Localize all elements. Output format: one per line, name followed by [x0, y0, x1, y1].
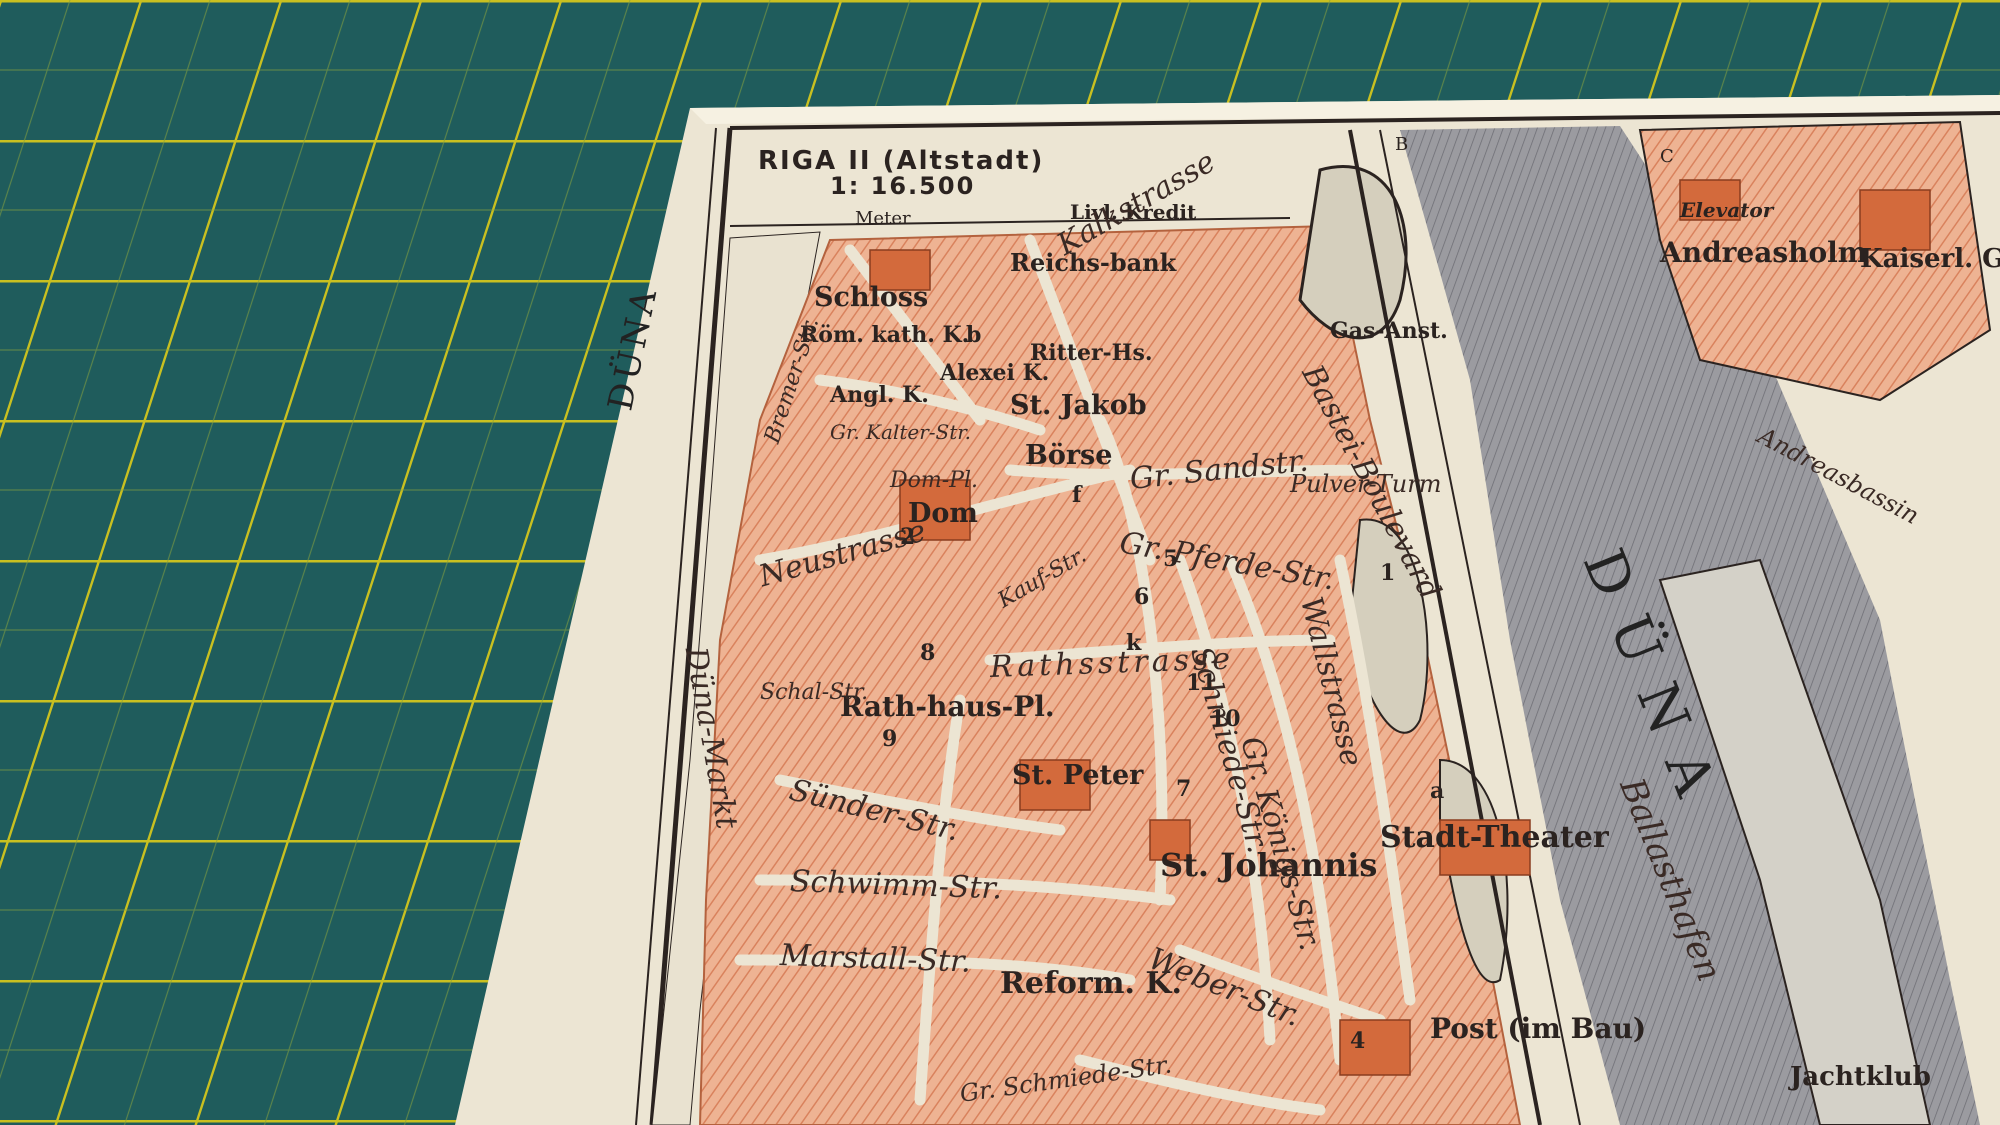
marker-9: 9 — [882, 726, 898, 752]
place-post: Post (im Bau) — [1430, 1012, 1647, 1045]
marker-7: 7 — [1176, 776, 1192, 802]
marker-f: f — [1072, 482, 1082, 508]
place-roem-kath: Röm. kath. K. — [800, 322, 970, 348]
marker-2: 2 — [900, 524, 916, 550]
place-elevator: Elevator — [1680, 198, 1774, 222]
marker-8: 8 — [920, 640, 936, 666]
marker-1: 1 — [1380, 560, 1396, 586]
place-boerse: Börse — [1025, 440, 1113, 471]
street-marstall-str: Marstall-Str. — [779, 938, 972, 980]
marker-4: 4 — [1350, 1028, 1366, 1054]
place-schloss: Schloss — [814, 282, 929, 313]
street-schal-str: Schal-Str. — [760, 680, 869, 705]
place-stadt-theater: Stadt-Theater — [1380, 820, 1609, 855]
place-ritter-hs: Ritter-Hs. — [1030, 340, 1153, 366]
place-kaiserl-garten: Kaiserl. Garten — [1860, 244, 2000, 274]
place-andreasholm: Andreasholm — [1660, 236, 1868, 269]
place-rathaus-pl: Rath-haus-Pl. — [840, 690, 1055, 723]
street-dom-pl: Dom-Pl. — [890, 468, 979, 493]
grid-letter-c: C — [1660, 146, 1674, 167]
map-scale: 1: 16.500 — [830, 172, 976, 200]
place-jachtklub: Jachtklub — [1790, 1062, 1931, 1092]
marker-5: 5 — [1163, 546, 1179, 572]
marker-a: a — [1430, 778, 1445, 804]
place-st-peter: St. Peter — [1012, 760, 1144, 791]
marker-10: 10 — [1210, 706, 1241, 732]
grid-letter-b: B — [1395, 134, 1409, 155]
marker-b: b — [966, 322, 982, 348]
place-st-jakob: St. Jakob — [1010, 390, 1147, 421]
street-schwimm-str: Schwimm-Str. — [789, 864, 1003, 907]
marker-11: 11 — [1186, 670, 1217, 696]
scale-unit: Meter — [855, 208, 911, 229]
street-gr-kalter-str: Gr. Kalter-Str. — [830, 420, 971, 444]
marker-6: 6 — [1134, 584, 1150, 610]
marker-k: k — [1126, 630, 1142, 656]
place-gas-anst: Gas-Anst. — [1330, 318, 1448, 344]
place-reichsbank: Reichs-bank — [1010, 248, 1177, 277]
bastion-park — [1298, 165, 1408, 340]
place-angl: Angl. K. — [830, 382, 929, 408]
street-pulver-turm: Pulver-Turm — [1290, 470, 1442, 498]
